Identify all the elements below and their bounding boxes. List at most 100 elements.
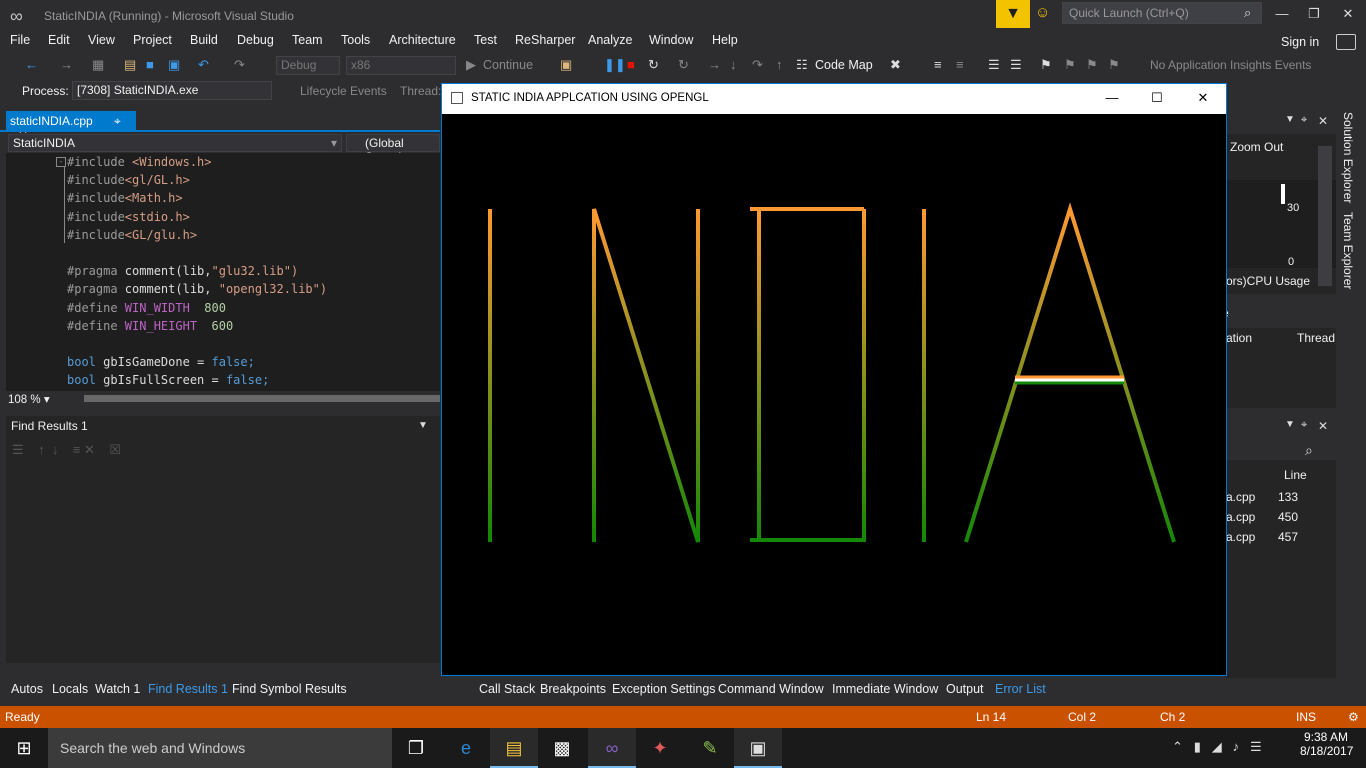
column-header-thread[interactable]: Thread (1297, 331, 1335, 345)
account-icon[interactable] (1336, 34, 1356, 50)
menu-help[interactable]: Help (712, 33, 738, 47)
visual-studio-taskbar-icon[interactable]: ∞ (588, 728, 636, 768)
restart-icon[interactable]: ↻ (648, 57, 659, 73)
sign-in-link[interactable]: Sign in (1281, 35, 1319, 49)
menu-analyze[interactable]: Analyze (588, 33, 632, 47)
vertical-scrollbar[interactable] (1318, 146, 1332, 286)
break-all-icon[interactable]: ❚❚ (604, 57, 626, 73)
tab-call-stack[interactable]: Call Stack (479, 682, 535, 696)
file-explorer-icon[interactable]: ▤ (490, 728, 538, 768)
search-icon[interactable]: ⌕ (1244, 5, 1251, 21)
step-into-icon[interactable]: ↓ (730, 57, 737, 72)
app-icon[interactable]: ✦ (636, 728, 684, 768)
column-header-location[interactable]: ation (1226, 331, 1252, 345)
taskbar-clock[interactable]: 9:38 AM 8/18/2017 (1300, 730, 1353, 758)
windows-start-icon[interactable]: ⊞ (0, 728, 48, 768)
zoom-level[interactable]: 108 % ▾ (8, 392, 50, 406)
menu-debug[interactable]: Debug (237, 33, 274, 47)
open-folder-icon[interactable]: ▤ (124, 57, 136, 73)
chevron-up-icon[interactable]: ⌃ (1172, 739, 1183, 754)
menu-project[interactable]: Project (133, 33, 172, 47)
prev-location-icon[interactable]: ↑ (38, 442, 45, 457)
clear-bookmarks-icon[interactable]: ⚑ (1108, 57, 1120, 73)
tab-locals[interactable]: Locals (52, 682, 88, 696)
show-next-statement-icon[interactable]: ↻ (678, 57, 689, 73)
prev-bookmark-icon[interactable]: ⚑ (1064, 57, 1076, 73)
tab-output[interactable]: Output (946, 682, 984, 696)
bookmark-icon[interactable]: ⚑ (1040, 57, 1052, 73)
pin-icon[interactable]: ⌖ (1301, 419, 1307, 432)
tab-autos[interactable]: Autos (11, 682, 43, 696)
menu-resharper[interactable]: ReSharper (515, 33, 575, 47)
wifi-icon[interactable]: ◢ (1212, 739, 1222, 754)
notification-flag-icon[interactable]: ▼ (996, 0, 1030, 28)
new-project-icon[interactable]: ▦ (92, 57, 104, 73)
gl-close-button[interactable]: ✕ (1189, 89, 1217, 107)
menu-window[interactable]: Window (649, 33, 693, 47)
chevron-down-icon[interactable]: ▼ (1285, 114, 1295, 125)
close-button[interactable]: ✕ (1334, 4, 1362, 24)
continue-button[interactable]: Continue (483, 58, 533, 72)
zoom-out-button[interactable]: Zoom Out (1230, 140, 1283, 154)
pin-icon[interactable]: ⌖ (114, 114, 121, 128)
platform-select[interactable]: x86 (346, 56, 456, 75)
battery-icon[interactable]: ▮ (1194, 739, 1201, 754)
close-panel-icon[interactable]: ✕ (1318, 419, 1328, 433)
scope-select[interactable]: (Global Scope) (346, 134, 440, 164)
tab-team-explorer[interactable]: Team Explorer (1341, 212, 1355, 289)
step-back-icon[interactable]: ↑ (776, 57, 783, 72)
step-out-icon[interactable]: ↷ (752, 57, 763, 73)
code-map-icon[interactable]: ☷ (796, 57, 808, 73)
tab-breakpoints[interactable]: Breakpoints (540, 682, 606, 696)
notifications-icon[interactable]: ⚙ (1348, 710, 1359, 724)
menu-edit[interactable]: Edit (48, 33, 70, 47)
chevron-down-icon[interactable]: ▼ (418, 420, 428, 431)
task-view-icon[interactable]: ❐ (392, 728, 440, 768)
column-header-line[interactable]: Line (1284, 468, 1307, 482)
uncomment-icon[interactable]: ☰ (1010, 57, 1022, 73)
taskbar-search-input[interactable]: Search the web and Windows (48, 728, 392, 768)
restore-button[interactable]: ❐ (1300, 4, 1328, 24)
menu-tools[interactable]: Tools (341, 33, 370, 47)
code-map-button[interactable]: Code Map (815, 58, 873, 72)
application-insights-button[interactable]: No Application Insights Events (1150, 58, 1311, 72)
save-all-icon[interactable]: ▣ (168, 57, 180, 73)
collapse-icon[interactable]: - (56, 157, 66, 167)
delete-icon[interactable]: ✕ (84, 442, 95, 457)
tab-staticindia-cpp[interactable]: staticINDIA.cpp ⌖ ✕ (6, 111, 136, 143)
chevron-down-icon[interactable]: ▼ (1285, 419, 1295, 430)
redo-icon[interactable]: ↷ (234, 57, 245, 73)
close-panel-icon[interactable]: ✕ (1318, 114, 1328, 128)
next-location-icon[interactable]: ↓ (52, 442, 59, 457)
menu-build[interactable]: Build (190, 33, 218, 47)
notepad-icon[interactable]: ✎ (686, 728, 734, 768)
tab-immediate-window[interactable]: Immediate Window (832, 682, 938, 696)
undo-icon[interactable]: ↶ (198, 57, 209, 73)
timeline-marker[interactable] (1281, 184, 1285, 204)
tab-exception-settings[interactable]: Exception Settings (612, 682, 716, 696)
minimize-button[interactable]: — (1268, 4, 1296, 24)
pin-icon[interactable]: ⌖ (1301, 114, 1307, 127)
horizontal-scrollbar[interactable] (84, 395, 440, 402)
menu-architecture[interactable]: Architecture (389, 33, 456, 47)
go-to-location-icon[interactable]: ☰ (12, 442, 24, 457)
process-select[interactable]: [7308] StaticINDIA.exe (72, 81, 272, 100)
table-row-file[interactable]: a.cpp (1226, 490, 1255, 504)
feedback-smiley-icon[interactable]: ☺ (1035, 4, 1055, 24)
quick-launch-input[interactable]: Quick Launch (Ctrl+Q) (1062, 2, 1262, 24)
project-select[interactable]: StaticINDIA ▾ (8, 134, 342, 152)
clear-icon[interactable]: ≡ (73, 442, 81, 457)
tab-watch-1[interactable]: Watch 1 (95, 682, 140, 696)
tab-error-list[interactable]: Error List (995, 682, 1046, 696)
menu-file[interactable]: File (10, 33, 30, 47)
table-row-file[interactable]: a.cpp (1226, 510, 1255, 524)
breakpoint-toggle-icon[interactable]: ✖ (890, 57, 901, 73)
store-icon[interactable]: ▩ (538, 728, 586, 768)
action-center-icon[interactable]: ☰ (1250, 739, 1262, 754)
forward-icon[interactable]: → (60, 57, 73, 72)
stop-find-icon[interactable]: ☒ (109, 442, 121, 457)
align-icon[interactable]: ≡ (934, 57, 942, 72)
configuration-select[interactable]: Debug (276, 56, 340, 75)
opengl-window-taskbar-icon[interactable]: ▣ (734, 728, 782, 768)
menu-test[interactable]: Test (474, 33, 497, 47)
